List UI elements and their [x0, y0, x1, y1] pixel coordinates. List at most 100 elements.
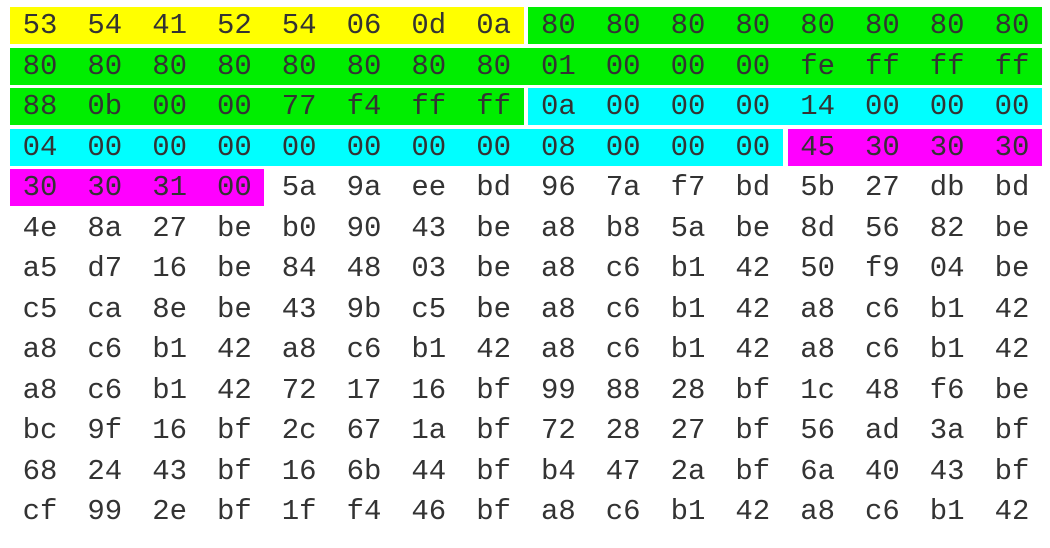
hex-byte: b8 [605, 211, 641, 245]
hex-byte: 42 [735, 495, 771, 528]
hex-byte: 80 [994, 9, 1030, 42]
hex-byte: 00 [735, 90, 771, 123]
hex-byte: be [476, 211, 511, 245]
hex-byte: 16 [281, 454, 317, 488]
hex-byte: 56 [864, 211, 900, 245]
hex-byte: b1 [929, 292, 965, 326]
hex-byte: 00 [994, 90, 1030, 123]
hex-byte: a8 [540, 252, 576, 285]
hex-byte: 5b [800, 171, 835, 204]
hex-byte: a8 [540, 333, 576, 366]
hex-byte: b1 [929, 333, 965, 366]
hex-byte: 80 [152, 49, 187, 83]
hex-row: 30 30 31 00 5a 9a ee bd 96 7a f7 bd 5b 27 db bd [0, 169, 1050, 210]
hex-byte: 00 [216, 90, 252, 123]
hex-byte: 77 [281, 90, 317, 123]
hex-byte: 04 [929, 252, 965, 285]
hex-byte: 80 [605, 9, 641, 42]
hex-byte: be [994, 211, 1030, 245]
hex-byte: 43 [929, 454, 965, 488]
hex-byte: 00 [152, 90, 187, 123]
hex-byte: b4 [540, 454, 576, 488]
hex-row: 88 0b 00 00 77 f4 ff ff 0a 00 00 00 14 00 00 00 [0, 88, 1050, 129]
hex-byte: 16 [152, 252, 187, 285]
hex-byte: 00 [152, 130, 187, 164]
hex-byte: a5 [22, 252, 58, 285]
hex-byte: bf [216, 495, 252, 528]
hex-row: 04 00 00 00 00 00 00 00 08 00 00 00 45 30 30 30 [0, 128, 1050, 170]
hex-byte: 04 [22, 130, 58, 164]
hex-byte: be [994, 373, 1030, 407]
hex-row: a8 c6 b1 42 a8 c6 b1 42 a8 c6 b1 42 a8 c6 b1 42 [0, 331, 1050, 372]
hex-byte: b1 [670, 495, 706, 528]
hex-byte: 72 [540, 414, 576, 447]
hex-byte: a8 [540, 211, 576, 245]
hex-byte: 00 [735, 130, 771, 164]
hex-byte: 48 [346, 252, 382, 285]
hex-row: 4e 8a 27 be b0 90 43 be a8 b8 5a be 8d 56 82 be [0, 210, 1050, 251]
hex-byte: 80 [735, 9, 771, 42]
hex-byte: 80 [864, 9, 900, 42]
hex-byte: bf [994, 414, 1030, 447]
hex-byte: 80 [87, 49, 123, 83]
hex-byte: b1 [152, 373, 187, 407]
hex-byte: a8 [800, 292, 835, 326]
hex-byte: c5 [22, 292, 58, 326]
hex-byte: bf [994, 454, 1030, 488]
hex-byte: 8e [152, 292, 187, 326]
hex-byte: bf [476, 373, 511, 407]
hex-byte: 9f [87, 414, 123, 447]
hex-byte: bd [994, 171, 1030, 204]
hex-byte: 6b [346, 454, 382, 488]
hex-byte: be [476, 292, 511, 326]
hex-byte: 42 [994, 495, 1030, 528]
hex-byte: 30 [994, 130, 1030, 164]
hex-byte: bf [735, 373, 771, 407]
hex-byte: c6 [87, 373, 123, 407]
hex-byte: 43 [152, 454, 187, 488]
hex-row: cf 99 2e bf 1f f4 46 bf a8 c6 b1 42 a8 c6 b1 42 [0, 493, 1050, 534]
hex-byte: 00 [605, 130, 641, 164]
hex-byte: 0d [411, 9, 447, 42]
hex-row: a8 c6 b1 42 72 17 16 bf 99 88 28 bf 1c 48 f6 be [0, 372, 1050, 413]
hex-byte: 54 [281, 9, 317, 42]
hex-byte: a8 [540, 495, 576, 528]
hex-row: 80 80 80 80 80 80 80 80 01 00 00 00 fe ff ff ff [0, 47, 1050, 89]
hex-byte: 4e [22, 211, 58, 245]
hex-byte: 41 [152, 9, 187, 42]
hex-byte: c5 [411, 292, 447, 326]
hex-byte: ff [864, 49, 900, 83]
hex-byte: 00 [476, 130, 511, 164]
hex-byte: db [929, 171, 965, 204]
hex-byte: 80 [800, 9, 835, 42]
hex-byte: bf [476, 414, 511, 447]
hex-byte: b1 [670, 292, 706, 326]
hex-byte: 7a [605, 171, 641, 204]
hex-byte: bf [216, 414, 252, 447]
hex-byte: 68 [22, 454, 58, 488]
hex-byte: c6 [605, 252, 641, 285]
hex-byte: be [216, 211, 252, 245]
hex-byte: 00 [216, 171, 252, 204]
hex-row: c5 ca 8e be 43 9b c5 be a8 c6 b1 42 a8 c6 b1 42 [0, 291, 1050, 332]
hex-byte: 0a [540, 90, 576, 123]
hex-byte: ff [411, 90, 447, 123]
hex-byte: be [216, 292, 252, 326]
hex-byte: 28 [670, 373, 706, 407]
hex-byte: 17 [346, 373, 382, 407]
hex-byte: bf [476, 495, 511, 528]
hex-byte: 9a [346, 171, 382, 204]
hex-byte: 00 [216, 130, 252, 164]
hex-byte: 80 [22, 49, 58, 83]
hex-byte: c6 [346, 333, 382, 366]
hex-byte: b1 [929, 495, 965, 528]
hex-byte: 2e [152, 495, 187, 528]
hex-byte: 56 [800, 414, 835, 447]
hex-byte: 80 [476, 49, 511, 83]
hex-byte: 67 [346, 414, 382, 447]
hex-byte: bf [735, 454, 771, 488]
hex-byte: 80 [216, 49, 252, 83]
hex-byte: 00 [346, 130, 382, 164]
hex-byte: 72 [281, 373, 317, 407]
hex-byte: 00 [605, 90, 641, 123]
